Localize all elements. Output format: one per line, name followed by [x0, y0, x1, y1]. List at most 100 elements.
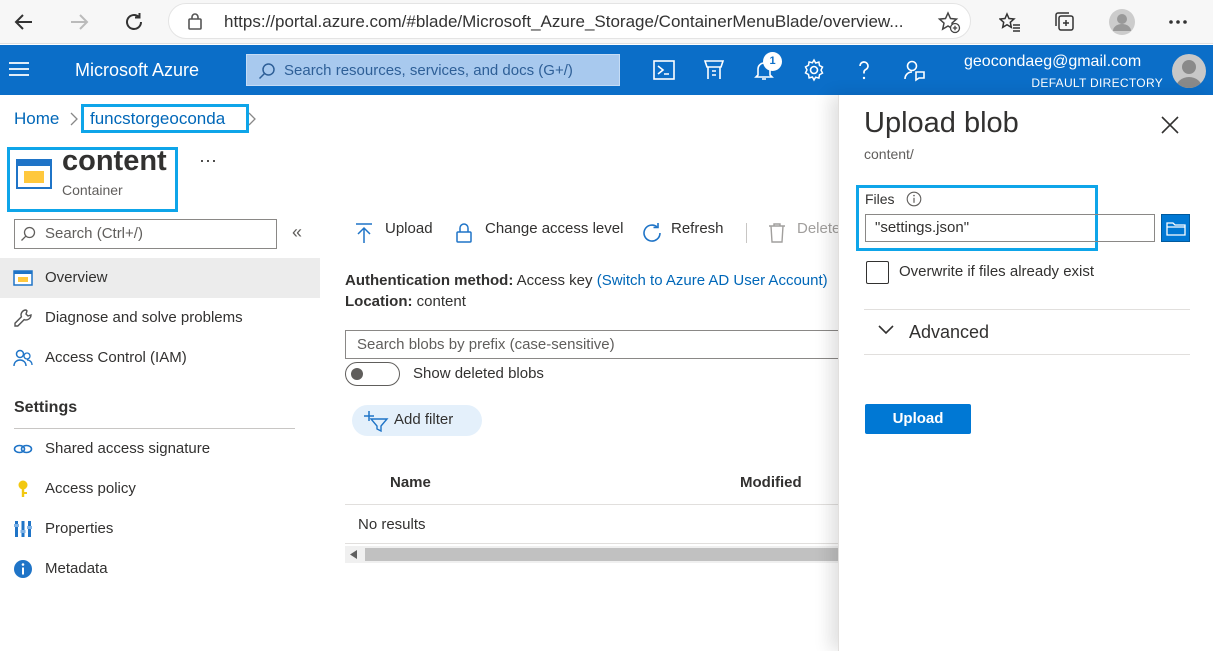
nav-item-label: Overview	[45, 269, 108, 286]
upload-button[interactable]: Upload	[385, 220, 433, 237]
help-icon[interactable]	[852, 58, 876, 82]
nav-item-overview[interactable]: Overview	[0, 258, 320, 298]
chevron-right-icon	[69, 111, 79, 127]
back-icon[interactable]	[8, 6, 40, 38]
location-label: Location:	[345, 293, 413, 310]
upload-submit-button[interactable]: Upload	[865, 404, 971, 434]
blob-search-input[interactable]: Search blobs by prefix (case-sensitive)	[345, 330, 838, 359]
nav-item-access-policy[interactable]: Access policy	[0, 469, 320, 509]
reload-icon[interactable]	[118, 6, 150, 38]
key-icon	[13, 479, 33, 499]
nav-item-label: Properties	[45, 520, 114, 537]
collapse-nav-button[interactable]: «	[292, 222, 302, 243]
cloud-shell-icon[interactable]	[652, 58, 676, 82]
nav-item-metadata[interactable]: Metadata	[0, 549, 320, 589]
upload-icon[interactable]	[355, 222, 373, 244]
add-favorite-icon[interactable]	[937, 10, 961, 34]
refresh-button[interactable]: Refresh	[671, 220, 724, 237]
directory-filter-icon[interactable]	[702, 58, 726, 82]
container-icon	[16, 158, 52, 190]
wrench-icon	[13, 308, 33, 328]
nav-item-label: Metadata	[45, 560, 108, 577]
table-divider	[345, 543, 838, 544]
properties-icon	[13, 519, 33, 539]
chevron-down-icon[interactable]	[878, 325, 894, 335]
column-header-name[interactable]: Name	[390, 474, 431, 491]
horizontal-scrollbar[interactable]	[345, 546, 838, 563]
nav-item-diagnose[interactable]: Diagnose and solve problems	[0, 298, 320, 338]
no-results-text: No results	[358, 516, 426, 533]
info-icon[interactable]	[906, 191, 922, 207]
nav-item-label: Access policy	[45, 480, 136, 497]
address-bar[interactable]: https://portal.azure.com/#blade/Microsof…	[168, 3, 971, 39]
advanced-section-toggle[interactable]: Advanced	[909, 322, 989, 343]
nav-item-label: Shared access signature	[45, 440, 211, 457]
browse-files-button[interactable]	[1161, 214, 1190, 242]
nav-item-shared-access-signature[interactable]: Shared access signature	[0, 429, 320, 469]
feedback-icon[interactable]	[902, 58, 926, 82]
close-icon[interactable]	[1161, 116, 1179, 134]
search-icon	[258, 62, 276, 80]
url-text[interactable]: https://portal.azure.com/#blade/Microsof…	[224, 12, 924, 32]
nav-search-placeholder: Search (Ctrl+/)	[45, 225, 143, 242]
chevron-right-icon	[247, 111, 257, 127]
panel-subtitle: content/	[864, 146, 914, 162]
user-email[interactable]: geocondaeg@gmail.com	[964, 53, 1141, 71]
folder-icon	[1166, 220, 1186, 236]
more-icon[interactable]	[1162, 6, 1194, 38]
scrollbar-thumb[interactable]	[365, 548, 838, 561]
gear-icon[interactable]	[802, 58, 826, 82]
add-filter-label: Add filter	[394, 411, 454, 428]
resource-type: Container	[62, 182, 123, 198]
add-filter-button[interactable]: Add filter	[352, 405, 482, 436]
toolbar-divider	[746, 223, 747, 243]
link-icon	[13, 439, 33, 459]
scroll-left-icon[interactable]	[350, 550, 358, 559]
more-options-button[interactable]: ···	[199, 150, 217, 171]
user-directory[interactable]: DEFAULT DIRECTORY	[1031, 76, 1163, 90]
auth-method-label: Authentication method:	[345, 272, 514, 289]
avatar[interactable]	[1172, 54, 1206, 88]
files-input[interactable]: "settings.json"	[865, 214, 1155, 242]
overwrite-checkbox[interactable]	[866, 261, 889, 284]
azure-header: Microsoft Azure Search resources, servic…	[0, 45, 1213, 95]
location-row: Location: content	[345, 293, 466, 310]
column-header-modified[interactable]: Modified	[740, 474, 802, 491]
panel-title: Upload blob	[864, 107, 1019, 139]
divider	[864, 309, 1190, 310]
breadcrumb-account[interactable]: funcstorgeoconda	[90, 109, 225, 129]
blob-search-placeholder: Search blobs by prefix (case-sensitive)	[357, 336, 615, 353]
hamburger-menu-icon[interactable]	[9, 60, 29, 78]
breadcrumb: Home	[14, 109, 59, 129]
nav-item-properties[interactable]: Properties	[0, 509, 320, 549]
global-search-placeholder: Search resources, services, and docs (G+…	[284, 62, 573, 79]
show-deleted-toggle[interactable]	[345, 362, 400, 386]
forward-icon[interactable]	[63, 6, 95, 38]
auth-method-row: Authentication method: Access key (Switc…	[345, 272, 838, 289]
nav-search-input[interactable]: Search (Ctrl+/)	[14, 219, 277, 249]
nav-item-label: Diagnose and solve problems	[45, 309, 243, 326]
lock-icon[interactable]	[187, 12, 203, 30]
search-icon	[20, 226, 36, 242]
upload-submit-label: Upload	[892, 410, 944, 427]
delete-icon[interactable]	[768, 222, 786, 244]
toggle-knob	[351, 368, 363, 380]
azure-brand[interactable]: Microsoft Azure	[75, 60, 199, 81]
browser-toolbar: https://portal.azure.com/#blade/Microsof…	[0, 0, 1213, 44]
lock-icon[interactable]	[455, 222, 473, 244]
filter-icon	[363, 410, 389, 432]
collections-icon[interactable]	[1049, 6, 1081, 38]
resource-header-highlight: content Container	[7, 145, 178, 212]
profile-icon[interactable]	[1106, 6, 1138, 38]
files-input-value: "settings.json"	[875, 219, 970, 236]
switch-auth-link[interactable]: (Switch to Azure AD User Account)	[597, 272, 828, 289]
favorites-icon[interactable]	[994, 6, 1026, 38]
change-access-level-button[interactable]: Change access level	[485, 220, 623, 237]
refresh-icon[interactable]	[641, 222, 663, 244]
container-icon	[13, 268, 33, 288]
global-search-input[interactable]: Search resources, services, and docs (G+…	[246, 54, 620, 86]
notification-badge[interactable]: 1	[763, 52, 782, 71]
breadcrumb-home[interactable]: Home	[14, 109, 59, 128]
delete-button[interactable]: Delete	[797, 220, 838, 237]
nav-item-iam[interactable]: Access Control (IAM)	[0, 338, 320, 378]
